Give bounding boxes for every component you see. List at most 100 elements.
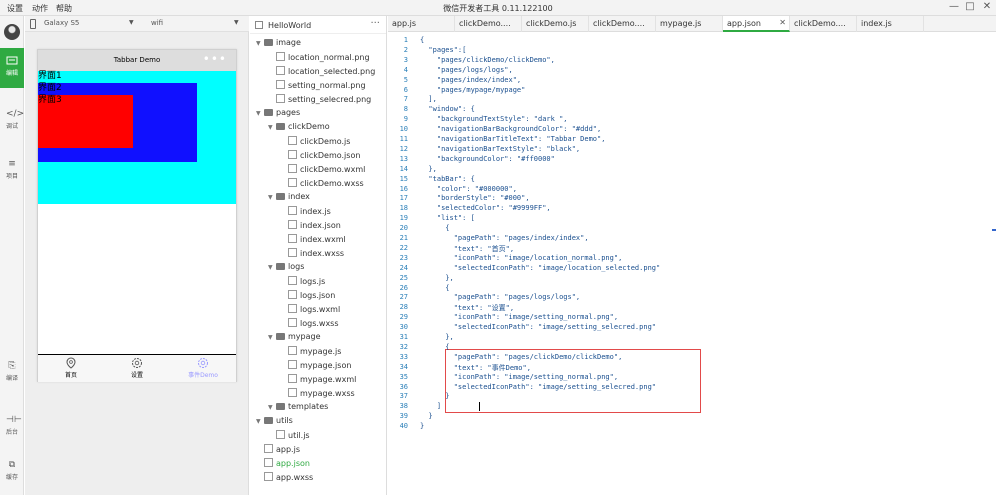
project-name: HelloWorld xyxy=(268,21,312,30)
close-button[interactable]: ✕ xyxy=(980,1,994,12)
code-line: } xyxy=(420,392,450,401)
code-line: "tabBar": { xyxy=(420,174,475,183)
device-select[interactable]: Galaxy S5 xyxy=(44,19,79,27)
more-icon[interactable]: ··· xyxy=(370,18,380,29)
tree-folder[interactable]: ▼ utils xyxy=(256,416,293,430)
tree-file[interactable]: logs.js xyxy=(280,276,325,290)
tree-file[interactable]: logs.json xyxy=(280,290,335,304)
tree-file[interactable]: setting_selecred.png xyxy=(268,94,371,108)
code-line: "pages":[ xyxy=(420,45,467,54)
code-line: { xyxy=(420,283,450,292)
tree-file[interactable]: index.js xyxy=(280,206,331,220)
tree-item-label: logs.js xyxy=(300,277,326,286)
page-text-3[interactable]: 界面3 xyxy=(38,95,62,106)
tree-folder[interactable]: ▼ index xyxy=(268,192,310,206)
tree-file[interactable]: app.wxss xyxy=(256,472,313,486)
tree-file[interactable]: mypage.wxml xyxy=(280,374,356,388)
page-text-1[interactable]: 界面1 xyxy=(38,71,62,82)
file-icon xyxy=(288,178,297,187)
tree-file[interactable]: mypage.js xyxy=(280,346,341,360)
activity-edit[interactable]: 编辑 xyxy=(0,48,24,88)
file-icon xyxy=(264,472,273,481)
code-editor: app.js clickDemo.... clickDemo.js clickDemo… xyxy=(388,16,996,495)
tree-file[interactable]: logs.wxml xyxy=(280,304,340,318)
tree-item-label: location_selected.png xyxy=(288,67,376,76)
tree-file[interactable]: location_normal.png xyxy=(268,52,370,66)
activity-compile[interactable]: ⎘ 编译 xyxy=(0,353,24,393)
tree-file[interactable]: clickDemo.json xyxy=(280,150,360,164)
minimize-button[interactable]: — xyxy=(947,1,961,12)
tab-settings[interactable]: 设置 xyxy=(104,355,170,383)
file-icon xyxy=(264,458,273,467)
avatar[interactable] xyxy=(4,24,20,40)
tree-file[interactable]: app.json xyxy=(256,458,310,472)
simulator-toolbar: Galaxy S5 ▼ wifi ▼ xyxy=(25,16,249,32)
tree-file[interactable]: app.js xyxy=(256,444,300,458)
tree-file[interactable]: clickDemo.wxml xyxy=(280,164,365,178)
close-icon[interactable]: ✕ xyxy=(779,18,786,27)
tree-file[interactable]: index.wxml xyxy=(280,234,346,248)
tree-file[interactable]: logs.wxss xyxy=(280,318,339,332)
maximize-button[interactable]: □ xyxy=(963,1,977,12)
page-text-2[interactable]: 界面2 xyxy=(38,83,62,94)
chevron-down-icon[interactable]: ▼ xyxy=(129,19,134,26)
editor-tab[interactable]: app.json ✕ xyxy=(723,16,790,32)
code-line: "window": { xyxy=(420,105,475,114)
tree-file[interactable]: clickDemo.js xyxy=(280,136,350,150)
activity-project[interactable]: ≡ 项目 xyxy=(0,151,24,191)
editor-tab[interactable]: index.js xyxy=(857,16,924,32)
tree-item-label: image xyxy=(276,38,301,47)
line-number: 8 xyxy=(403,105,408,114)
tab-event-demo[interactable]: 事件Demo xyxy=(170,355,236,383)
chevron-down-icon: ▼ xyxy=(268,194,273,201)
code-line: }, xyxy=(420,333,454,341)
more-icon[interactable]: ••• xyxy=(203,52,227,66)
tree-folder[interactable]: ▼ mypage xyxy=(268,332,321,346)
line-number: 9 xyxy=(403,115,408,124)
activity-cache[interactable]: ⧉ 缓存 xyxy=(0,452,24,492)
network-select[interactable]: wifi xyxy=(151,19,163,27)
tree-folder[interactable]: ▼ image xyxy=(256,38,301,52)
editor-tab[interactable]: clickDemo.js xyxy=(522,16,589,32)
tree-file[interactable]: util.js xyxy=(268,430,310,444)
tree-file[interactable]: index.json xyxy=(280,220,341,234)
tree-file[interactable]: mypage.json xyxy=(280,360,351,374)
editor-tab[interactable]: clickDemo.... xyxy=(589,16,656,32)
tree-file[interactable]: setting_normal.png xyxy=(268,80,366,94)
app-window: 设置 动作 帮助 微信开发者工具 0.11.122100 — □ ✕ 编辑 </… xyxy=(0,0,996,495)
tab-home[interactable]: 首页 xyxy=(38,355,104,383)
tree-item-label: clickDemo.js xyxy=(300,137,351,146)
scrollbar-marker[interactable] xyxy=(992,229,996,231)
tree-file[interactable]: clickDemo.wxss xyxy=(280,178,364,192)
tree-folder[interactable]: ▼ clickDemo xyxy=(268,122,330,136)
line-number: 10 xyxy=(399,125,408,134)
editor-tab-label: clickDemo.... xyxy=(459,19,511,28)
line-number: 29 xyxy=(399,313,408,322)
activity-debug[interactable]: </> 调试 xyxy=(0,101,24,141)
tree-folder[interactable]: ▼ pages xyxy=(256,108,300,122)
activity-project-label: 项目 xyxy=(5,173,18,180)
compile-icon: ⎘ xyxy=(8,361,16,371)
settings-icon xyxy=(197,357,209,369)
tree-folder[interactable]: ▼ templates xyxy=(268,402,328,416)
file-icon xyxy=(288,346,297,355)
activity-cache-label: 缓存 xyxy=(5,474,18,481)
line-number: 15 xyxy=(399,174,408,183)
editor-tab[interactable]: clickDemo.... xyxy=(790,16,857,32)
editor-tab[interactable]: clickDemo.... xyxy=(455,16,522,32)
editor-tab-label: clickDemo.... xyxy=(593,19,645,28)
code-area[interactable]: { "pages":[ "pages/clickDemo/clickDemo",… xyxy=(420,32,990,495)
chevron-down-icon: ▼ xyxy=(268,264,273,271)
tree-item-label: mypage.json xyxy=(300,361,352,370)
window-title: 微信开发者工具 0.11.122100 xyxy=(443,4,553,13)
activity-backend[interactable]: ⊣⊢ 后台 xyxy=(0,407,24,447)
chevron-down-icon[interactable]: ▼ xyxy=(234,19,239,26)
editor-tab[interactable]: app.js xyxy=(388,16,455,32)
tree-file[interactable]: location_selected.png xyxy=(268,66,375,80)
tree-item-label: location_normal.png xyxy=(288,53,370,62)
tree-file[interactable]: index.wxss xyxy=(280,248,344,262)
tree-folder[interactable]: ▼ logs xyxy=(268,262,304,276)
tree-item-label: util.js xyxy=(288,431,310,440)
editor-tab[interactable]: mypage.js xyxy=(656,16,723,32)
tree-file[interactable]: mypage.wxss xyxy=(280,388,355,402)
